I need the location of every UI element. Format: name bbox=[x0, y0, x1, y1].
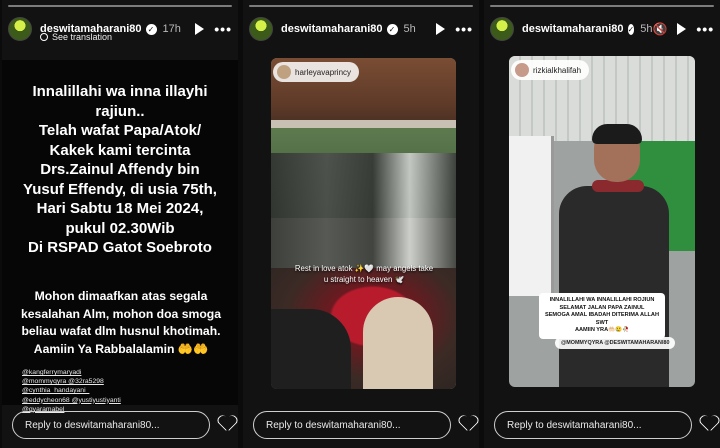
story-content: Innalillahi wa inna illayhi rajiun.. Tel… bbox=[2, 60, 238, 413]
reply-input[interactable]: Reply to deswitamaharani80... bbox=[253, 411, 451, 439]
avatar[interactable] bbox=[249, 17, 273, 41]
verified-badge-icon: ✓ bbox=[145, 23, 157, 35]
tagged-username: rizkialkhalifah bbox=[533, 65, 582, 75]
caption-line: SEMOGA AMAL IBADAH DITERIMA ALLAH SWT bbox=[544, 312, 660, 326]
mourner-man-image bbox=[271, 309, 351, 389]
mention-link[interactable]: @mommyqyra @32ra5298 bbox=[22, 377, 121, 386]
caption-line: u straight to heaven 🕊️ bbox=[323, 275, 405, 284]
text-line: Yusuf Effendy, di usia 75th, bbox=[23, 180, 217, 198]
reshare-tag[interactable]: rizkialkhalifah bbox=[511, 60, 590, 80]
story-progress-bar bbox=[8, 5, 232, 7]
mourner-woman-image bbox=[363, 297, 433, 389]
reply-input[interactable]: Reply to deswitamaharani80... bbox=[494, 411, 692, 439]
tagged-avatar bbox=[515, 63, 529, 77]
photo-caption: Rest in love atok ✨🤍 may angels take u s… bbox=[291, 263, 437, 285]
mute-icon[interactable]: 🔇 bbox=[652, 22, 667, 36]
text-line: Mohon dimaafkan atas segala bbox=[34, 289, 208, 303]
mention-link[interactable]: @cynthia_handayani_ bbox=[22, 386, 121, 395]
story-panel-3[interactable]: deswitamaharani80 ✓ 5h 🔇 ••• rizkialkhal… bbox=[484, 0, 720, 448]
text-line: Drs.Zainul Affendy bin bbox=[40, 161, 200, 178]
globe-icon bbox=[40, 33, 48, 41]
text-line: beliau wafat dlm husnul khotimah. bbox=[21, 324, 221, 338]
story-panel-1[interactable]: deswitamaharani80 ✓ 17h ••• See translat… bbox=[2, 0, 238, 448]
reshared-story-photo[interactable]: rizkialkhalifah INNALILLAHI WA INNALILLA… bbox=[509, 56, 695, 387]
play-icon[interactable] bbox=[195, 23, 205, 35]
timestamp: 5h bbox=[403, 23, 416, 35]
like-heart-icon[interactable] bbox=[700, 414, 718, 432]
text-line: Kakek kami tercinta bbox=[49, 141, 191, 159]
reply-input[interactable]: Reply to deswitamaharani80... bbox=[12, 411, 210, 439]
caption-line: Rest in love atok ✨🤍 may angels take bbox=[294, 264, 434, 273]
see-translation-link[interactable]: See translation bbox=[40, 32, 112, 42]
play-icon[interactable] bbox=[436, 23, 446, 35]
verified-badge-icon: ✓ bbox=[386, 23, 398, 35]
announcement-text: Innalillahi wa inna illayhi rajiun.. Tel… bbox=[14, 82, 226, 258]
photo-caption: INNALILLAHI WA INNALILLAHI ROJIUN SELAMA… bbox=[539, 293, 665, 339]
text-line: Aamiin Ya Rabbalalamin 🤲🤲 bbox=[33, 341, 209, 356]
tent-edge-image bbox=[271, 120, 456, 128]
mention-list: @kangferrymaryadi @mommyqyra @32ra5298 @… bbox=[22, 368, 121, 414]
mourners-image bbox=[271, 153, 456, 273]
mention-link[interactable]: @kangferrymaryadi bbox=[22, 368, 121, 377]
more-options-icon[interactable]: ••• bbox=[214, 22, 232, 36]
play-icon[interactable] bbox=[677, 23, 687, 35]
mention-link[interactable]: @eddycheon68 @yustiyustiyanti bbox=[22, 396, 121, 405]
story-header: deswitamaharani80 ✓ 5h 🔇 ••• bbox=[490, 15, 714, 43]
text-line: Hari Sabtu 18 Mei 2024, bbox=[36, 200, 204, 217]
reshared-story-photo[interactable]: harleyavaprincy Rest in love atok ✨🤍 may… bbox=[271, 58, 456, 389]
mention-sticker[interactable]: @MOMMYQYRA @DESWITAMAHARANI80 bbox=[555, 337, 676, 349]
reshare-tag[interactable]: harleyavaprincy bbox=[273, 62, 360, 82]
text-line: Di RSPAD Gatot Soebroto bbox=[28, 239, 212, 256]
like-heart-icon[interactable] bbox=[459, 414, 477, 432]
avatar[interactable] bbox=[8, 17, 32, 41]
more-options-icon[interactable]: ••• bbox=[696, 22, 714, 36]
tagged-username: harleyavaprincy bbox=[295, 67, 352, 77]
see-translation-label: See translation bbox=[52, 32, 113, 42]
like-heart-icon[interactable] bbox=[218, 414, 236, 432]
caption-line: INNALILLAHI WA INNALILLAHI ROJIUN bbox=[549, 297, 655, 303]
story-header: deswitamaharani80 ✓ 5h ••• bbox=[249, 15, 473, 43]
van-image bbox=[509, 136, 554, 296]
username[interactable]: deswitamaharani80 bbox=[522, 23, 624, 35]
text-line: Innalillahi wa inna illayhi bbox=[32, 83, 208, 100]
more-options-icon[interactable]: ••• bbox=[455, 22, 473, 36]
story-progress-bar bbox=[249, 5, 473, 7]
avatar[interactable] bbox=[490, 17, 514, 41]
timestamp: 17h bbox=[162, 23, 181, 35]
text-line: kesalahan Alm, mohon doa smoga bbox=[20, 306, 221, 321]
username[interactable]: deswitamaharani80 bbox=[281, 23, 383, 35]
tagged-avatar bbox=[277, 65, 291, 79]
prayer-text: Mohon dimaafkan atas segala kesalahan Al… bbox=[12, 288, 230, 358]
caption-line: AAMIIN YRA🤲🏻😢🥀 bbox=[574, 327, 630, 334]
text-line: pukul 02.30Wib bbox=[65, 219, 175, 237]
timestamp: 5h bbox=[640, 23, 653, 35]
story-progress-bar bbox=[490, 5, 714, 7]
verified-badge-icon: ✓ bbox=[627, 23, 635, 35]
text-line: rajiun.. bbox=[95, 102, 145, 120]
story-panel-2[interactable]: deswitamaharani80 ✓ 5h ••• harleyavaprin… bbox=[243, 0, 479, 448]
text-line: Telah wafat Papa/Atok/ bbox=[38, 122, 202, 139]
caption-line: SELAMAT JALAN PAPA ZAINUL bbox=[559, 304, 645, 311]
